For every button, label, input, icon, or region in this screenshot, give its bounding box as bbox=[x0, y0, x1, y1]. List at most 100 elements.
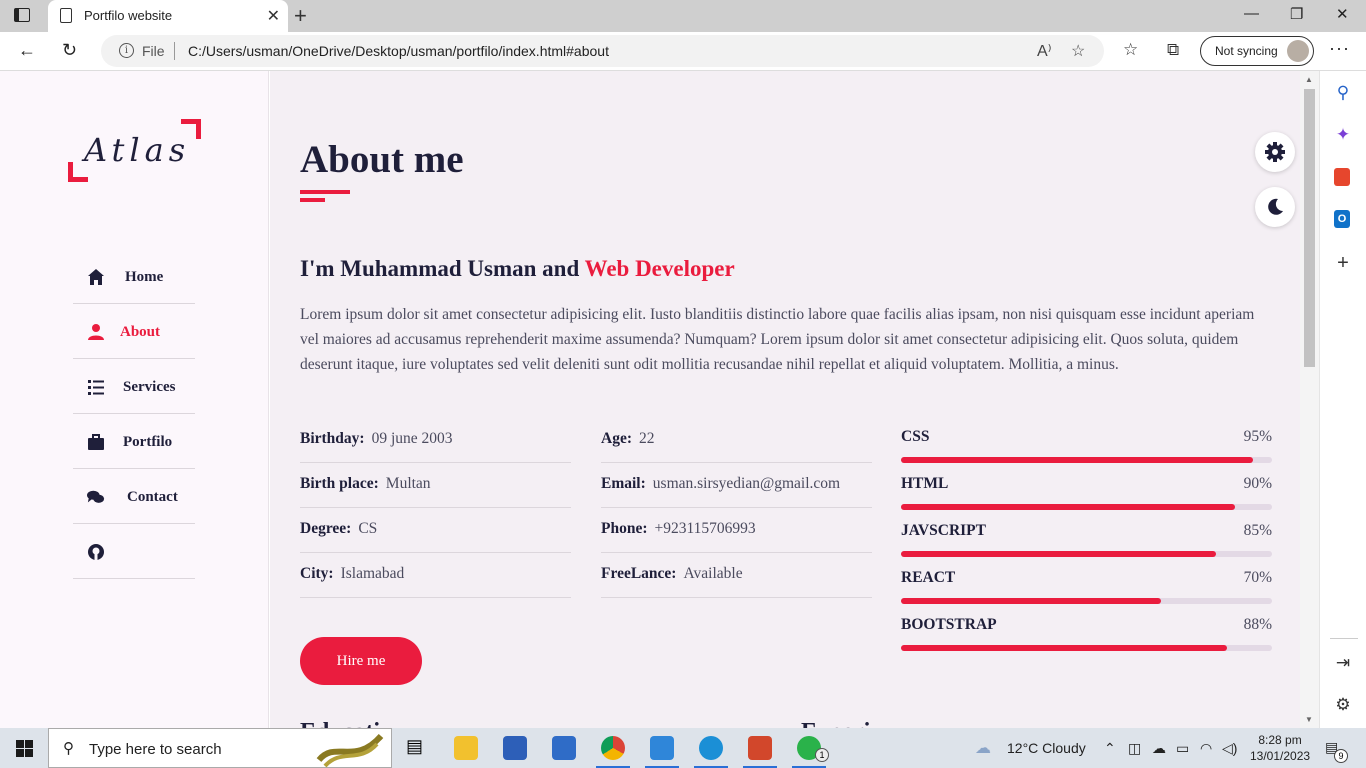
search-icon[interactable]: ⚲ bbox=[1334, 84, 1352, 102]
more-options-icon[interactable]: ··· bbox=[1329, 38, 1350, 59]
site-sidebar: Atlas Home About Services Portfilo Conta… bbox=[0, 71, 269, 728]
collections-icon[interactable]: ⧉ bbox=[1167, 40, 1179, 60]
nav-label: Home bbox=[125, 269, 164, 285]
user-icon bbox=[88, 324, 104, 340]
nav-item-services[interactable]: Services bbox=[73, 360, 195, 414]
nav-item-github[interactable] bbox=[73, 525, 195, 579]
volume-icon[interactable]: ◁) bbox=[1222, 740, 1237, 757]
office-icon[interactable] bbox=[1334, 168, 1350, 186]
info-row: Birthday: 09 june 2003 bbox=[300, 418, 571, 463]
experience-heading: Experi bbox=[801, 719, 870, 728]
outlook-icon[interactable]: O bbox=[1334, 210, 1350, 228]
copilot-icon[interactable]: ✦ bbox=[1334, 126, 1352, 144]
favorites-icon[interactable]: ☆ bbox=[1123, 40, 1138, 60]
info-list-left: Birthday: 09 june 2003 Birth place: Multan… bbox=[300, 418, 571, 598]
skill-bar bbox=[901, 551, 1272, 557]
security-icon[interactable]: ☁ bbox=[1152, 740, 1166, 757]
time-text: 8:28 pm bbox=[1258, 733, 1302, 747]
scroll-up-icon[interactable]: ▲ bbox=[1305, 75, 1313, 84]
search-placeholder: Type here to search bbox=[89, 741, 222, 758]
back-icon[interactable]: ← bbox=[18, 40, 36, 61]
hide-sidebar-icon[interactable]: ⇥ bbox=[1334, 654, 1352, 672]
cloud-icon[interactable]: ☁ bbox=[975, 738, 991, 758]
address-bar[interactable]: i File C:/Users/usman/OneDrive/Desktop/u… bbox=[101, 35, 1104, 67]
skill-bar bbox=[901, 457, 1272, 463]
chrome-icon[interactable] bbox=[601, 736, 625, 760]
site-logo[interactable]: Atlas bbox=[68, 119, 201, 182]
vscode-icon[interactable] bbox=[650, 736, 674, 760]
weather-text[interactable]: 12°C Cloudy bbox=[1007, 740, 1086, 756]
store-icon[interactable] bbox=[503, 736, 527, 760]
dark-mode-button[interactable] bbox=[1255, 187, 1295, 227]
skill-bar-fill bbox=[901, 551, 1217, 557]
search-icon: ⚲ bbox=[63, 740, 74, 757]
whatsapp-badge: 1 bbox=[815, 748, 829, 762]
moon-icon bbox=[1268, 198, 1283, 215]
browser-toolbar: ← ↻ i File C:/Users/usman/OneDrive/Deskt… bbox=[0, 32, 1366, 71]
info-row: Age: 22 bbox=[601, 418, 872, 463]
refresh-icon[interactable]: ↻ bbox=[62, 40, 77, 61]
scroll-down-icon[interactable]: ▼ bbox=[1305, 715, 1313, 724]
browser-tab[interactable]: Portfilo website ✕ bbox=[48, 0, 288, 32]
page-icon bbox=[60, 8, 72, 23]
scrollbar-thumb[interactable] bbox=[1304, 89, 1315, 367]
info-list-right: Age: 22 Email: usman.sirsyedian@gmail.com … bbox=[601, 418, 872, 598]
notification-badge: 9 bbox=[1334, 749, 1348, 763]
powerpoint-icon[interactable] bbox=[748, 736, 772, 760]
close-window-icon[interactable]: ✕ bbox=[1336, 5, 1349, 23]
tab-actions-icon[interactable] bbox=[14, 8, 30, 22]
edge-icon[interactable] bbox=[699, 736, 723, 760]
chevron-up-icon[interactable]: ⌃ bbox=[1104, 740, 1116, 757]
about-paragraph: Lorem ipsum dolor sit amet consectetur a… bbox=[300, 306, 1255, 373]
battery-icon[interactable]: ▭ bbox=[1176, 740, 1189, 757]
info-row: Phone: +923115706993 bbox=[601, 508, 872, 553]
home-icon bbox=[88, 269, 104, 285]
add-favorite-icon[interactable]: ☆ bbox=[1071, 41, 1085, 61]
nav-item-contact[interactable]: Contact bbox=[73, 470, 195, 524]
info-row: FreeLance: Available bbox=[601, 553, 872, 598]
clock[interactable]: 8:28 pm 13/01/2023 bbox=[1250, 732, 1310, 764]
mail-icon[interactable] bbox=[552, 736, 576, 760]
briefcase-icon bbox=[88, 434, 104, 450]
file-explorer-icon[interactable] bbox=[454, 736, 478, 760]
info-row: Degree: CS bbox=[300, 508, 571, 553]
info-row: Birth place: Multan bbox=[300, 463, 571, 508]
education-heading: Educati bbox=[300, 719, 380, 728]
chat-icon bbox=[87, 490, 105, 503]
new-tab-icon[interactable]: + bbox=[294, 3, 307, 29]
skill-bar-fill bbox=[901, 457, 1254, 463]
main-content: About me I'm Muhammad Usman and Web Deve… bbox=[270, 71, 1300, 728]
settings-button[interactable] bbox=[1255, 132, 1295, 172]
nav-label: Contact bbox=[127, 489, 178, 505]
page-scrollbar[interactable]: ▲ ▼ bbox=[1300, 71, 1319, 728]
nav-item-home[interactable]: Home bbox=[73, 250, 195, 304]
info-row: Email: usman.sirsyedian@gmail.com bbox=[601, 463, 872, 508]
task-view-icon[interactable]: ▤ bbox=[406, 736, 430, 760]
skill-item: HTML 90% bbox=[901, 465, 1272, 512]
add-icon[interactable]: + bbox=[1334, 253, 1352, 273]
url-text[interactable]: C:/Users/usman/OneDrive/Desktop/usman/po… bbox=[188, 43, 609, 59]
windows-start-icon[interactable] bbox=[16, 740, 33, 757]
info-icon[interactable]: i bbox=[119, 43, 134, 58]
skill-bar bbox=[901, 598, 1272, 604]
skill-bar-fill bbox=[901, 645, 1228, 651]
wifi-icon[interactable]: ◠ bbox=[1200, 740, 1212, 757]
intro-heading: I'm Muhammad Usman and Web Developer bbox=[300, 256, 735, 282]
info-row: City: Islamabad bbox=[300, 553, 571, 598]
close-tab-icon[interactable]: ✕ bbox=[267, 6, 280, 26]
sidebar-settings-icon[interactable]: ⚙ bbox=[1334, 696, 1352, 714]
nav-item-portfilo[interactable]: Portfilo bbox=[73, 415, 195, 469]
hire-me-button[interactable]: Hire me bbox=[300, 637, 422, 685]
edge-sidebar: ⚲ ✦ O + ⇥ ⚙ bbox=[1319, 71, 1366, 728]
minimize-icon[interactable]: — bbox=[1244, 5, 1259, 22]
list-icon bbox=[88, 380, 104, 395]
taskbar-search[interactable]: ⚲ Type here to search bbox=[48, 728, 392, 768]
restore-icon[interactable]: ❐ bbox=[1290, 5, 1303, 23]
profile-button[interactable]: Not syncing bbox=[1200, 36, 1314, 66]
file-label: File bbox=[142, 43, 165, 59]
skill-bar bbox=[901, 645, 1272, 651]
browser-tab-strip: Portfilo website ✕ + — ❐ ✕ bbox=[0, 0, 1366, 32]
read-aloud-icon[interactable]: A⁾ bbox=[1037, 41, 1052, 61]
meet-icon[interactable]: ◫ bbox=[1128, 740, 1141, 757]
nav-item-about[interactable]: About bbox=[73, 305, 195, 359]
